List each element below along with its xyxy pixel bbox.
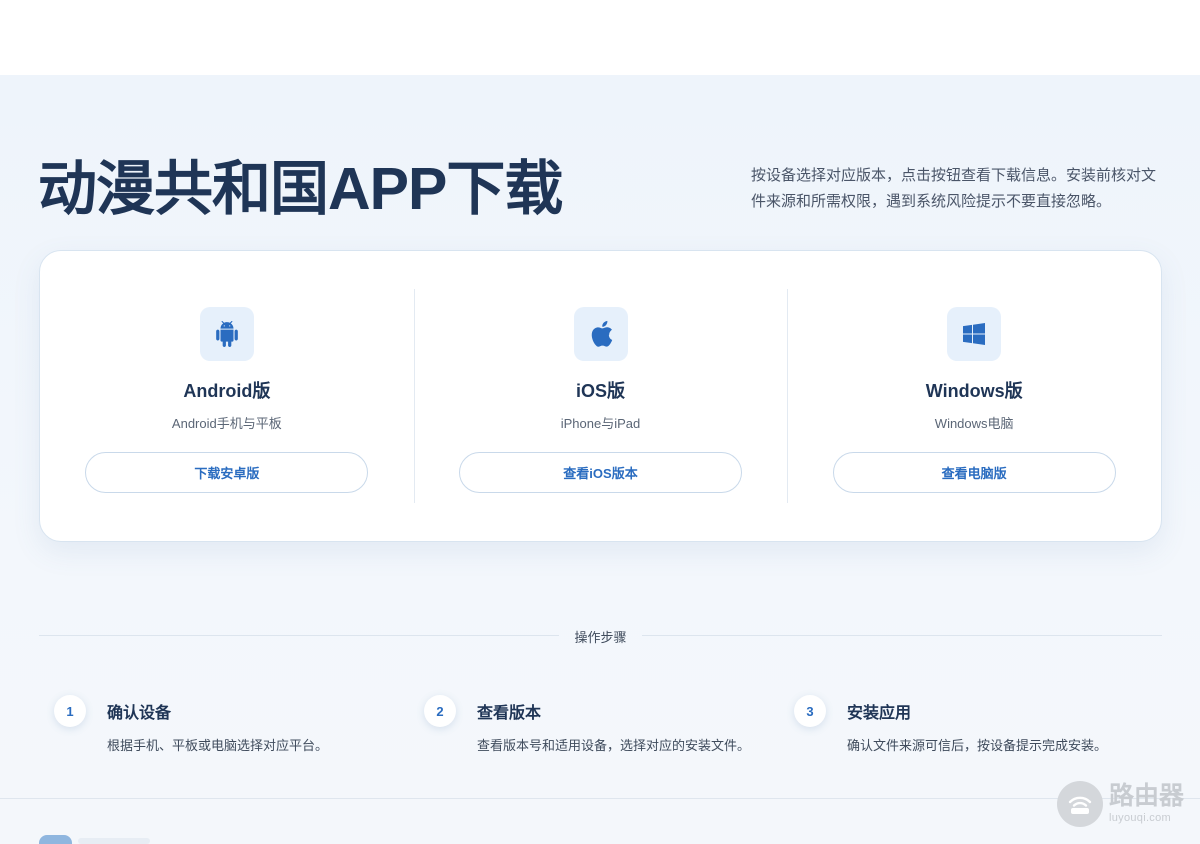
view-ios-button[interactable]: 查看iOS版本 [459,452,742,493]
download-card: Android版 Android手机与平板 下载安卓版 iOS版 iPhone与… [39,250,1162,542]
windows-icon [947,307,1002,361]
step-title: 查看版本 [477,705,542,722]
watermark-sub: luyouqi.com [1108,812,1171,824]
step-body: 确认设备 根据手机、平板或电脑选择对应平台。 [107,695,328,754]
step-item: 1 确认设备 根据手机、平板或电脑选择对应平台。 [54,695,424,754]
platform-subtitle: Android手机与平板 [171,416,282,431]
page-description: 按设备选择对应版本，点击按钮查看下载信息。安装前核对文件来源和所需权限，遇到系统… [751,167,1157,210]
divider-line-left [39,635,559,636]
watermark-text: 路由器 luyouqi.com [1108,782,1184,825]
page-title: 动漫共和国APP下载 [38,156,563,222]
hero-section: 动漫共和国APP下载 按设备选择对应版本，点击按钮查看下载信息。安装前核对文件来… [0,75,1200,250]
step-title: 确认设备 [107,705,172,722]
step-body: 安装应用 确认文件来源可信后，按设备提示完成安装。 [847,695,1107,754]
steps-divider: 操作步骤 [39,630,1162,645]
android-icon [199,307,254,361]
step-number: 1 [54,695,86,727]
platform-name: Android版 [183,381,271,401]
step-number: 3 [794,695,826,727]
step-body: 查看版本 查看版本号和适用设备，选择对应的安装文件。 [477,695,750,754]
step-item: 2 查看版本 查看版本号和适用设备，选择对应的安装文件。 [424,695,794,754]
footer-brand [78,838,150,844]
step-text: 确认文件来源可信后，按设备提示完成安装。 [847,738,1108,753]
view-windows-button[interactable]: 查看电脑版 [832,452,1116,493]
router-icon [1056,781,1103,827]
step-text: 根据手机、平板或电脑选择对应平台。 [107,738,329,753]
steps-list: 1 确认设备 根据手机、平板或电脑选择对应平台。 2 查看版本 查看版本号和适用… [54,695,1164,754]
download-android-button[interactable]: 下载安卓版 [85,452,369,493]
platform-name: iOS版 [576,381,626,401]
platform-name: Windows版 [925,381,1023,401]
step-text: 查看版本号和适用设备，选择对应的安装文件。 [477,738,751,753]
apple-icon [573,307,628,361]
platform-android: Android版 Android手机与平板 下载安卓版 [40,251,414,541]
footer-logo-icon [39,835,72,844]
footer-divider [0,798,1200,799]
platform-windows: Windows版 Windows电脑 查看电脑版 [787,251,1161,541]
watermark: 路由器 luyouqi.com [1056,781,1184,827]
step-number: 2 [424,695,456,727]
platform-ios: iOS版 iPhone与iPad 查看iOS版本 [413,251,788,541]
platform-subtitle: Windows电脑 [934,416,1014,431]
step-title: 安装应用 [847,705,912,722]
platform-subtitle: iPhone与iPad [560,416,641,431]
divider-line-right [642,635,1162,636]
step-item: 3 安装应用 确认文件来源可信后，按设备提示完成安装。 [794,695,1164,754]
main-content: 动漫共和国APP下载 按设备选择对应版本，点击按钮查看下载信息。安装前核对文件来… [0,75,1200,844]
steps-heading: 操作步骤 [574,630,627,645]
watermark-main: 路由器 [1108,782,1184,810]
top-bar [0,0,1200,75]
